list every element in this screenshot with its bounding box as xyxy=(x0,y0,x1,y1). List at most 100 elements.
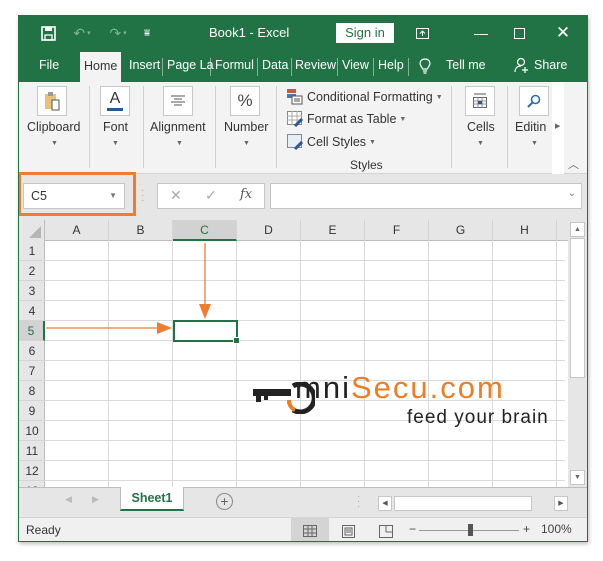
zoom-level[interactable]: 100% xyxy=(541,522,572,536)
ribbon: Clipboard ▼ A Font ▼ Alignment ▼ % Numbe… xyxy=(19,82,587,174)
undo-icon[interactable]: ↶ ▾ xyxy=(67,16,97,50)
clipboard-button[interactable] xyxy=(37,86,67,116)
tab-page-layout[interactable]: Page La xyxy=(167,50,214,82)
logo-text: mniSecu.com xyxy=(295,370,505,405)
group-separator xyxy=(89,86,90,168)
page-layout-view-button[interactable] xyxy=(329,518,367,541)
zoom-out-button[interactable]: − xyxy=(409,522,416,536)
number-button[interactable]: % xyxy=(230,86,260,116)
editing-dropdown-icon[interactable]: ▼ xyxy=(531,140,538,147)
tab-split-handle[interactable]: · · · xyxy=(357,492,360,512)
tell-me-search[interactable]: Tell me xyxy=(446,50,486,82)
clipboard-dropdown-icon[interactable]: ▼ xyxy=(51,140,58,147)
group-separator xyxy=(276,86,277,168)
tab-separator xyxy=(162,58,163,76)
font-button[interactable]: A xyxy=(100,86,130,116)
formula-buttons: ✕ ✓ fx xyxy=(157,183,265,209)
cell-styles-icon xyxy=(287,134,304,151)
previous-sheet-icon[interactable]: ◀ xyxy=(65,494,72,505)
minimize-button[interactable]: — xyxy=(461,16,501,50)
tab-home[interactable]: Home xyxy=(80,52,122,82)
save-icon[interactable] xyxy=(37,16,59,50)
scroll-up-button[interactable]: ▲ xyxy=(570,222,585,237)
title-bar: ↶ ▾ ↷ ▾ ⩸ Book1 - Excel Sign in — ✕ xyxy=(19,16,587,50)
sheet-tab-sheet1[interactable]: Sheet1 xyxy=(120,487,184,511)
page-layout-icon xyxy=(341,524,355,538)
scroll-left-button[interactable]: ◀ xyxy=(378,496,392,511)
editing-label[interactable]: Editin xyxy=(515,120,546,134)
normal-view-button[interactable] xyxy=(291,518,329,541)
ribbon-tabs: File Home Insert Page La Formul Data Rev… xyxy=(19,50,587,82)
share-button[interactable]: Share xyxy=(534,50,567,82)
add-sheet-icon[interactable]: + xyxy=(216,493,233,510)
redo-icon[interactable]: ↷ ▾ xyxy=(103,16,133,50)
alignment-button[interactable] xyxy=(163,86,193,116)
tab-separator xyxy=(408,58,409,76)
alignment-label[interactable]: Alignment xyxy=(150,120,206,134)
enter-icon[interactable]: ✓ xyxy=(205,187,217,204)
expand-formula-bar-icon[interactable]: ⌄ xyxy=(568,188,576,199)
font-label[interactable]: Font xyxy=(103,120,128,134)
cells-dropdown-icon[interactable]: ▼ xyxy=(477,140,484,147)
formula-bar: C5 ▼ · · · ✕ ✓ fx ⌄ xyxy=(19,172,587,220)
tab-help[interactable]: Help xyxy=(378,50,404,82)
collapse-ribbon-icon[interactable]: ︿ xyxy=(568,156,579,172)
editing-button[interactable] xyxy=(519,86,549,116)
tab-data[interactable]: Data xyxy=(262,50,288,82)
cancel-icon[interactable]: ✕ xyxy=(170,187,182,204)
group-separator xyxy=(507,86,508,168)
zoom-in-button[interactable]: + xyxy=(523,522,530,536)
lightbulb-icon xyxy=(419,50,431,82)
cells-label[interactable]: Cells xyxy=(467,120,495,134)
omnisecu-logo: mniSecu.com feed your brain xyxy=(235,370,555,440)
group-separator xyxy=(215,86,216,168)
percent-icon: % xyxy=(237,91,253,110)
share-user-icon[interactable] xyxy=(514,50,530,82)
horizontal-arrow xyxy=(46,322,172,334)
formula-input[interactable]: ⌄ xyxy=(270,183,582,209)
vertical-scroll-thumb[interactable] xyxy=(570,238,585,378)
format-as-table-button[interactable]: Format as Table ▼ xyxy=(287,109,406,129)
vertical-arrow xyxy=(199,243,211,319)
scroll-down-button[interactable]: ▼ xyxy=(570,470,585,485)
tab-formulas[interactable]: Formul xyxy=(215,50,254,82)
conditional-formatting-icon xyxy=(287,89,303,105)
dropdown-caret-icon: ▼ xyxy=(435,93,443,101)
tab-file[interactable]: File xyxy=(39,50,59,82)
tab-view[interactable]: View xyxy=(342,50,369,82)
close-button[interactable]: ✕ xyxy=(543,16,583,50)
alignment-dropdown-icon[interactable]: ▼ xyxy=(176,140,183,147)
ribbon-scroll-right[interactable]: ▶ xyxy=(552,82,564,174)
insert-function-icon[interactable]: fx xyxy=(240,187,252,202)
page-break-preview-button[interactable] xyxy=(367,518,405,541)
formula-bar-resize-handle[interactable]: · · · xyxy=(141,186,144,206)
font-dropdown-icon[interactable]: ▼ xyxy=(112,140,119,147)
horizontal-scrollbar[interactable]: ◀ ▶ xyxy=(378,496,568,512)
tab-separator xyxy=(373,58,374,76)
ribbon-display-options-icon[interactable] xyxy=(402,16,442,50)
cells-button[interactable] xyxy=(465,86,495,116)
next-sheet-icon[interactable]: ▶ xyxy=(92,494,99,505)
maximize-button[interactable] xyxy=(499,16,539,50)
search-icon xyxy=(527,94,541,108)
clipboard-label[interactable]: Clipboard xyxy=(27,120,81,134)
align-center-icon xyxy=(171,95,185,106)
vertical-scrollbar[interactable]: ▲ ▼ xyxy=(568,220,587,487)
customize-quick-access-icon[interactable]: ⩸ xyxy=(139,16,155,50)
logo-tagline: feed your brain xyxy=(407,407,549,428)
sign-in-button[interactable]: Sign in xyxy=(336,23,394,43)
number-label[interactable]: Number xyxy=(224,120,268,134)
tab-insert[interactable]: Insert xyxy=(129,50,160,82)
worksheet-grid[interactable]: A B C D E F G H 1 2 3 4 5 6 7 8 9 10 11 … xyxy=(19,220,568,487)
number-dropdown-icon[interactable]: ▼ xyxy=(243,140,250,147)
cell-styles-button[interactable]: Cell Styles ▼ xyxy=(287,132,376,152)
font-icon: A xyxy=(107,91,123,111)
zoom-slider-thumb[interactable] xyxy=(468,524,473,536)
tab-separator xyxy=(291,58,292,76)
name-box-highlight xyxy=(19,172,136,216)
horizontal-scroll-thumb[interactable] xyxy=(394,496,532,511)
conditional-formatting-button[interactable]: Conditional Formatting ▼ xyxy=(287,87,443,107)
group-separator xyxy=(143,86,144,168)
scroll-right-button[interactable]: ▶ xyxy=(554,496,568,511)
tab-review[interactable]: Review xyxy=(295,50,336,82)
